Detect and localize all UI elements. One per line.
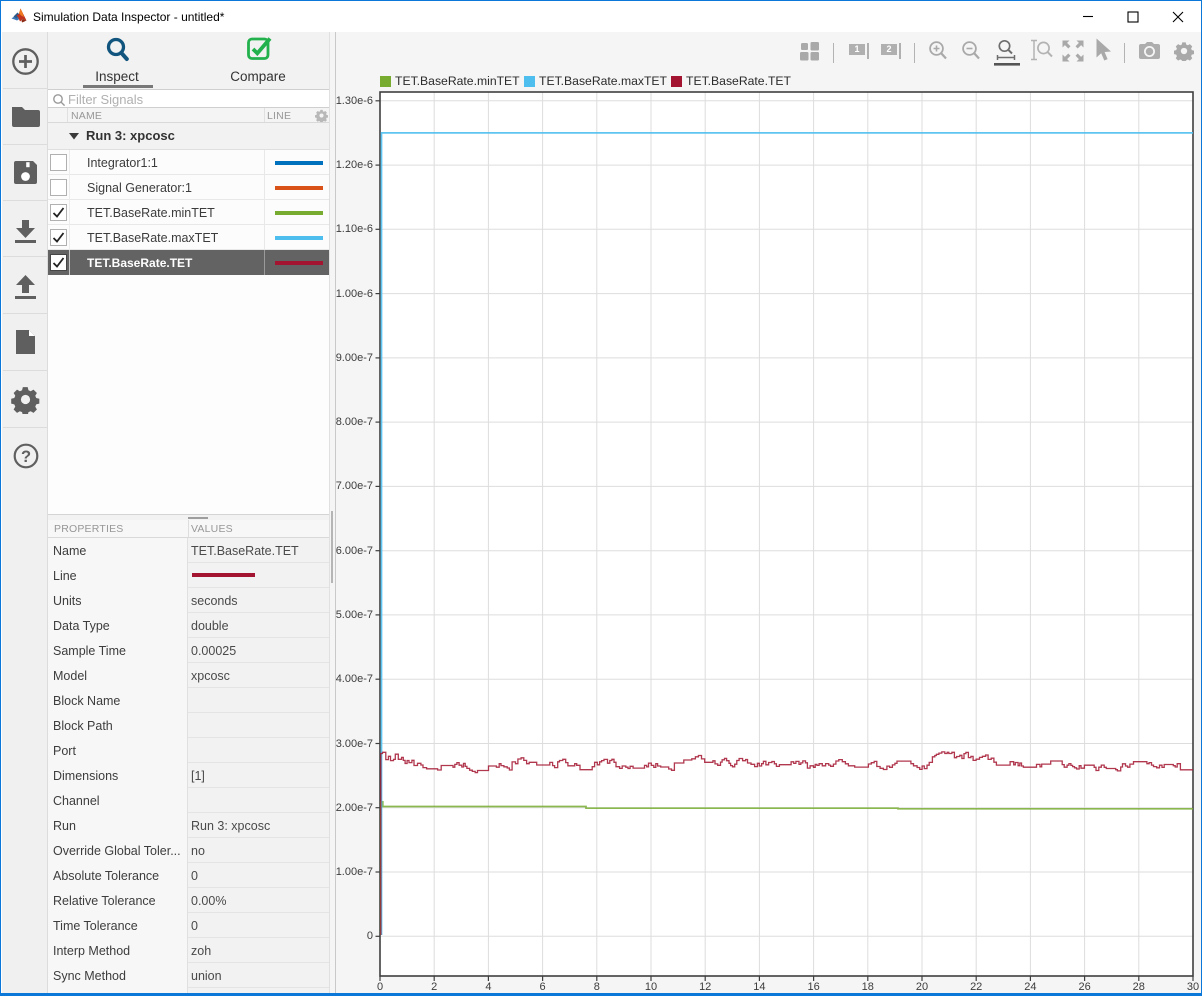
svg-text:?: ? xyxy=(21,448,31,466)
